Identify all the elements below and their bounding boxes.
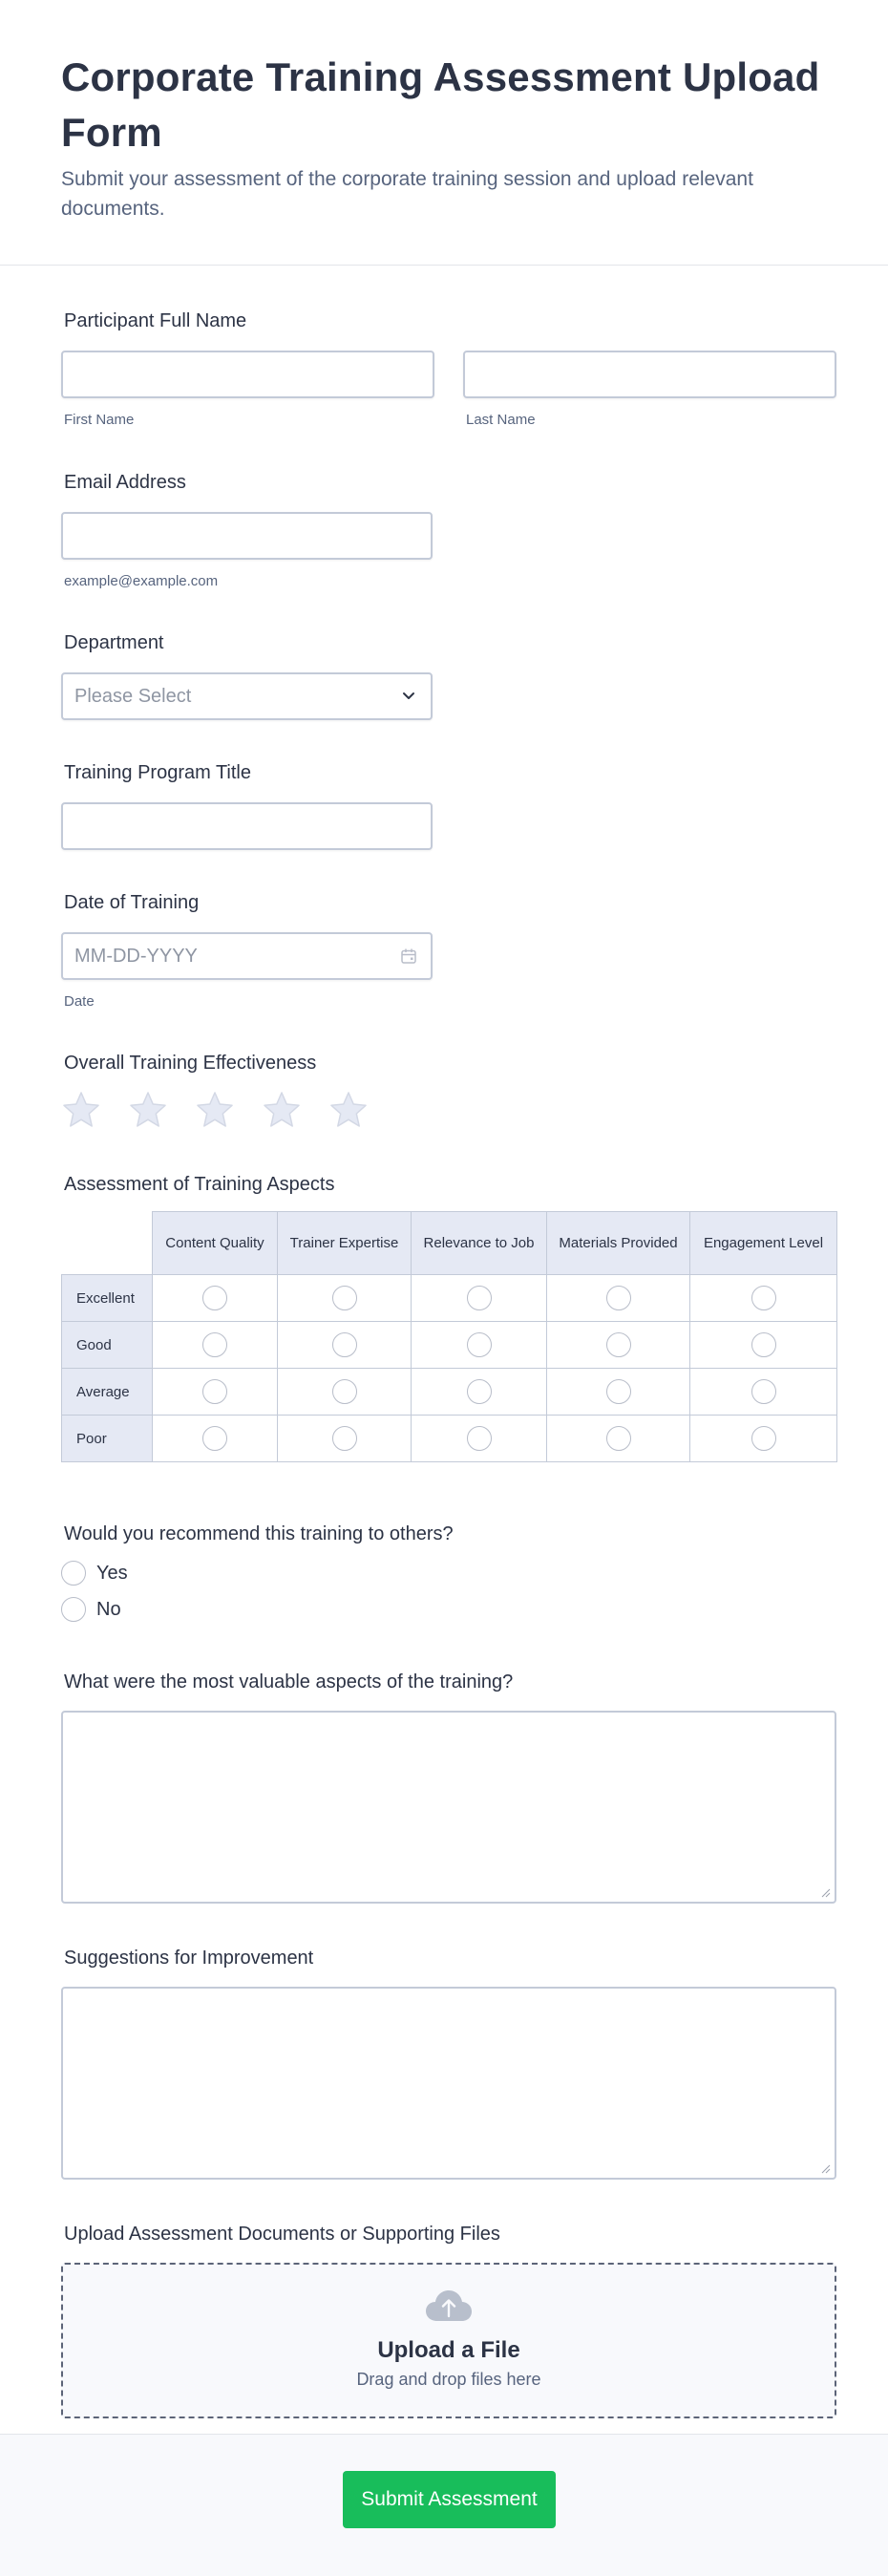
form-subtitle: Submit your assessment of the corporate … (61, 168, 753, 220)
star-rating (61, 1090, 836, 1130)
radio-button[interactable] (61, 1561, 86, 1586)
email-input[interactable] (61, 512, 433, 560)
suggestions-textarea[interactable] (61, 1987, 836, 2180)
recommend-label: Would you recommend this training to oth… (64, 1523, 454, 1544)
date-input[interactable]: MM-DD-YYYY (61, 932, 433, 980)
chevron-down-icon (403, 692, 414, 699)
first-name-input[interactable] (61, 351, 434, 398)
last-name-sublabel: Last Name (466, 412, 536, 428)
matrix-radio[interactable] (605, 1332, 631, 1357)
matrix-column-header: Content Quality (152, 1211, 278, 1275)
matrix-row-header: Excellent (61, 1274, 153, 1322)
file-upload-dropzone[interactable]: Upload a File Drag and drop files here (61, 2263, 836, 2418)
radio-button[interactable] (61, 1597, 86, 1622)
matrix-row-header: Poor (61, 1415, 153, 1462)
upload-label: Upload Assessment Documents or Supportin… (64, 2224, 500, 2245)
matrix-field: Assessment of Training Aspects Content Q… (61, 1171, 837, 1462)
matrix-radio[interactable] (466, 1379, 492, 1404)
cloud-upload-icon (426, 2290, 472, 2321)
matrix-radio[interactable] (331, 1332, 357, 1357)
program-title-input[interactable] (61, 802, 433, 850)
email-label: Email Address (64, 472, 186, 493)
matrix-radio[interactable] (202, 1286, 227, 1310)
matrix-radio[interactable] (466, 1286, 492, 1310)
department-select[interactable]: Please Select (61, 672, 433, 720)
date-placeholder: MM-DD-YYYY (74, 945, 198, 967)
matrix-radio[interactable] (751, 1426, 776, 1451)
upload-field: Upload Assessment Documents or Supportin… (61, 2221, 836, 2418)
first-name-sublabel: First Name (64, 412, 135, 428)
valuable-aspects-label: What were the most valuable aspects of t… (64, 1671, 514, 1692)
recommend-option-yes[interactable]: Yes (61, 1561, 836, 1586)
matrix-row: Average (61, 1368, 837, 1416)
matrix-row-header: Average (61, 1368, 153, 1416)
matrix-row: Excellent (61, 1274, 837, 1322)
matrix-row: Poor (61, 1415, 837, 1462)
matrix-radio[interactable] (331, 1379, 357, 1404)
matrix-row: Good (61, 1321, 837, 1369)
upload-subtitle: Drag and drop files here (356, 2370, 541, 2389)
email-sublabel: example@example.com (64, 573, 219, 589)
matrix-column-header: Engagement Level (689, 1211, 837, 1275)
matrix-label: Assessment of Training Aspects (64, 1174, 335, 1195)
date-label: Date of Training (64, 892, 200, 913)
matrix-radio[interactable] (331, 1286, 357, 1310)
recommend-field: Would you recommend this training to oth… (61, 1521, 836, 1622)
matrix-radio[interactable] (466, 1426, 492, 1451)
matrix-column-header: Trainer Expertise (277, 1211, 412, 1275)
form-header: Corporate Training Assessment Upload For… (0, 0, 888, 266)
resize-handle-icon[interactable] (821, 2164, 831, 2174)
suggestions-field: Suggestions for Improvement (61, 1945, 836, 2180)
matrix-radio[interactable] (202, 1426, 227, 1451)
date-field: Date of Training MM-DD-YYYY Date (61, 889, 836, 1010)
program-title-field: Training Program Title (61, 759, 836, 850)
rating-field: Overall Training Effectiveness (61, 1050, 836, 1130)
calendar-icon[interactable] (400, 947, 417, 965)
program-title-label: Training Program Title (64, 762, 251, 783)
matrix-column-header: Relevance to Job (411, 1211, 547, 1275)
matrix-row-header: Good (61, 1321, 153, 1369)
matrix-radio[interactable] (331, 1426, 357, 1451)
upload-title: Upload a File (377, 2337, 520, 2363)
matrix-column-header: Materials Provided (546, 1211, 690, 1275)
recommend-option-no[interactable]: No (61, 1597, 836, 1622)
matrix-radio[interactable] (605, 1286, 631, 1310)
email-field: Email Address example@example.com (61, 469, 836, 589)
form-title: Corporate Training Assessment Upload For… (61, 54, 820, 155)
matrix-radio[interactable] (751, 1332, 776, 1357)
date-sublabel: Date (64, 993, 95, 1010)
resize-handle-icon[interactable] (821, 1888, 831, 1898)
recommend-option-label: No (96, 1598, 121, 1620)
matrix-radio[interactable] (466, 1332, 492, 1357)
department-placeholder: Please Select (74, 685, 192, 707)
matrix-radio[interactable] (751, 1379, 776, 1404)
matrix-radio[interactable] (605, 1379, 631, 1404)
rating-label: Overall Training Effectiveness (64, 1053, 317, 1074)
assessment-matrix: Content Quality Trainer Expertise Releva… (61, 1211, 837, 1462)
star-icon[interactable] (61, 1090, 101, 1130)
last-name-input[interactable] (463, 351, 836, 398)
star-icon[interactable] (262, 1090, 302, 1130)
department-label: Department (64, 632, 164, 653)
recommend-option-label: Yes (96, 1562, 128, 1584)
submit-button[interactable]: Submit Assessment (343, 2471, 556, 2528)
matrix-radio[interactable] (605, 1426, 631, 1451)
matrix-radio[interactable] (751, 1286, 776, 1310)
suggestions-label: Suggestions for Improvement (64, 1948, 314, 1969)
star-icon[interactable] (328, 1090, 369, 1130)
matrix-radio[interactable] (202, 1332, 227, 1357)
full-name-label: Participant Full Name (64, 310, 247, 331)
full-name-field: Participant Full Name First Name Last Na… (61, 308, 836, 428)
valuable-aspects-textarea[interactable] (61, 1711, 836, 1904)
matrix-corner (61, 1211, 153, 1275)
department-field: Department Please Select (61, 629, 836, 720)
star-icon[interactable] (195, 1090, 235, 1130)
valuable-aspects-field: What were the most valuable aspects of t… (61, 1669, 836, 1904)
star-icon[interactable] (128, 1090, 168, 1130)
matrix-radio[interactable] (202, 1379, 227, 1404)
form-footer: Submit Assessment (0, 2434, 888, 2576)
